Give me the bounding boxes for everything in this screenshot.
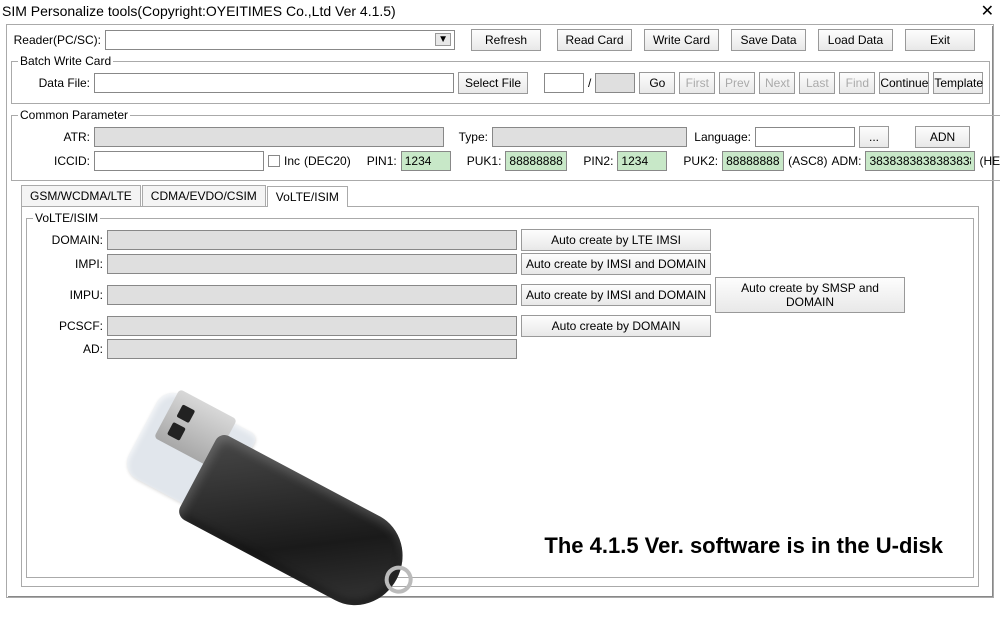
first-button[interactable]: First [679, 72, 715, 94]
exit-button[interactable]: Exit [905, 29, 975, 51]
impu-auto-button-1[interactable]: Auto create by IMSI and DOMAIN [521, 284, 711, 306]
volte-fieldset: VoLTE/ISIM DOMAIN: Auto create by LTE IM… [26, 211, 974, 578]
tab-content: VoLTE/ISIM DOMAIN: Auto create by LTE IM… [21, 206, 979, 587]
puk2-label: PUK2: [683, 154, 718, 168]
pin1-label: PIN1: [367, 154, 397, 168]
batch-legend: Batch Write Card [18, 54, 113, 68]
usb-drive-image [103, 371, 393, 571]
language-browse-button[interactable]: ... [859, 126, 889, 148]
slash-label: / [588, 76, 591, 90]
impu-auto-button-2[interactable]: Auto create by SMSP and DOMAIN [715, 277, 905, 313]
domain-auto-button[interactable]: Auto create by LTE IMSI [521, 229, 711, 251]
language-label: Language: [691, 130, 751, 144]
hex-label: (HEX16/8) [979, 154, 1000, 168]
footer-text: The 4.1.5 Ver. software is in the U-disk [544, 533, 943, 559]
tab-cdma[interactable]: CDMA/EVDO/CSIM [142, 185, 266, 206]
tab-volte[interactable]: VoLTE/ISIM [267, 186, 348, 207]
refresh-button[interactable]: Refresh [471, 29, 541, 51]
impi-auto-button[interactable]: Auto create by IMSI and DOMAIN [521, 253, 711, 275]
iccid-label: ICCID: [18, 154, 90, 168]
write-card-button[interactable]: Write Card [644, 29, 719, 51]
common-legend: Common Parameter [18, 108, 130, 122]
volte-legend: VoLTE/ISIM [33, 211, 100, 225]
puk1-input[interactable] [505, 151, 567, 171]
main-panel: Reader(PC/SC): Refresh Read Card Write C… [6, 24, 994, 598]
language-input[interactable] [755, 127, 855, 147]
tab-bar: GSM/WCDMA/LTE CDMA/EVDO/CSIM VoLTE/ISIM [21, 185, 989, 206]
impi-label: IMPI: [33, 257, 103, 271]
go-button[interactable]: Go [639, 72, 675, 94]
save-data-button[interactable]: Save Data [731, 29, 806, 51]
impu-input[interactable] [107, 285, 517, 305]
impu-label: IMPU: [33, 288, 103, 302]
batch-from-input[interactable] [544, 73, 584, 93]
pin1-input[interactable] [401, 151, 451, 171]
domain-label: DOMAIN: [33, 233, 103, 247]
prev-button[interactable]: Prev [719, 72, 755, 94]
find-button[interactable]: Find [839, 72, 875, 94]
type-label: Type: [448, 130, 488, 144]
puk1-label: PUK1: [467, 154, 502, 168]
ad-label: AD: [33, 342, 103, 356]
reader-label: Reader(PC/SC): [11, 33, 101, 47]
inc-label: Inc [284, 154, 300, 168]
pcscf-auto-button[interactable]: Auto create by DOMAIN [521, 315, 711, 337]
read-card-button[interactable]: Read Card [557, 29, 632, 51]
domain-input[interactable] [107, 230, 517, 250]
pin2-label: PIN2: [583, 154, 613, 168]
dec20-label: (DEC20) [304, 154, 351, 168]
window-title: SIM Personalize tools(Copyright:OYEITIME… [2, 3, 396, 19]
select-file-button[interactable]: Select File [458, 72, 528, 94]
continue-button[interactable]: Continue [879, 72, 929, 94]
asc8-label: (ASC8) [788, 154, 827, 168]
data-file-label: Data File: [18, 76, 90, 90]
batch-fieldset: Batch Write Card Data File: Select File … [11, 54, 990, 104]
atr-input [94, 127, 444, 147]
close-icon[interactable]: ✕ [981, 1, 994, 21]
adm-input[interactable] [865, 151, 975, 171]
batch-to-input [595, 73, 635, 93]
impi-input[interactable] [107, 254, 517, 274]
load-data-button[interactable]: Load Data [818, 29, 893, 51]
ad-input[interactable] [107, 339, 517, 359]
last-button[interactable]: Last [799, 72, 835, 94]
puk2-input[interactable] [722, 151, 784, 171]
template-button[interactable]: Template [933, 72, 983, 94]
common-fieldset: Common Parameter ATR: Type: Language: ..… [11, 108, 1000, 181]
next-button[interactable]: Next [759, 72, 795, 94]
atr-label: ATR: [18, 130, 90, 144]
pcscf-label: PCSCF: [33, 319, 103, 333]
adm-label: ADM: [831, 154, 861, 168]
pcscf-input[interactable] [107, 316, 517, 336]
type-input [492, 127, 687, 147]
data-file-input[interactable] [94, 73, 454, 93]
reader-dropdown[interactable] [105, 30, 455, 50]
tab-gsm[interactable]: GSM/WCDMA/LTE [21, 185, 141, 206]
iccid-input[interactable] [94, 151, 264, 171]
pin2-input[interactable] [617, 151, 667, 171]
adn-button[interactable]: ADN [915, 126, 970, 148]
inc-checkbox[interactable] [268, 155, 280, 167]
